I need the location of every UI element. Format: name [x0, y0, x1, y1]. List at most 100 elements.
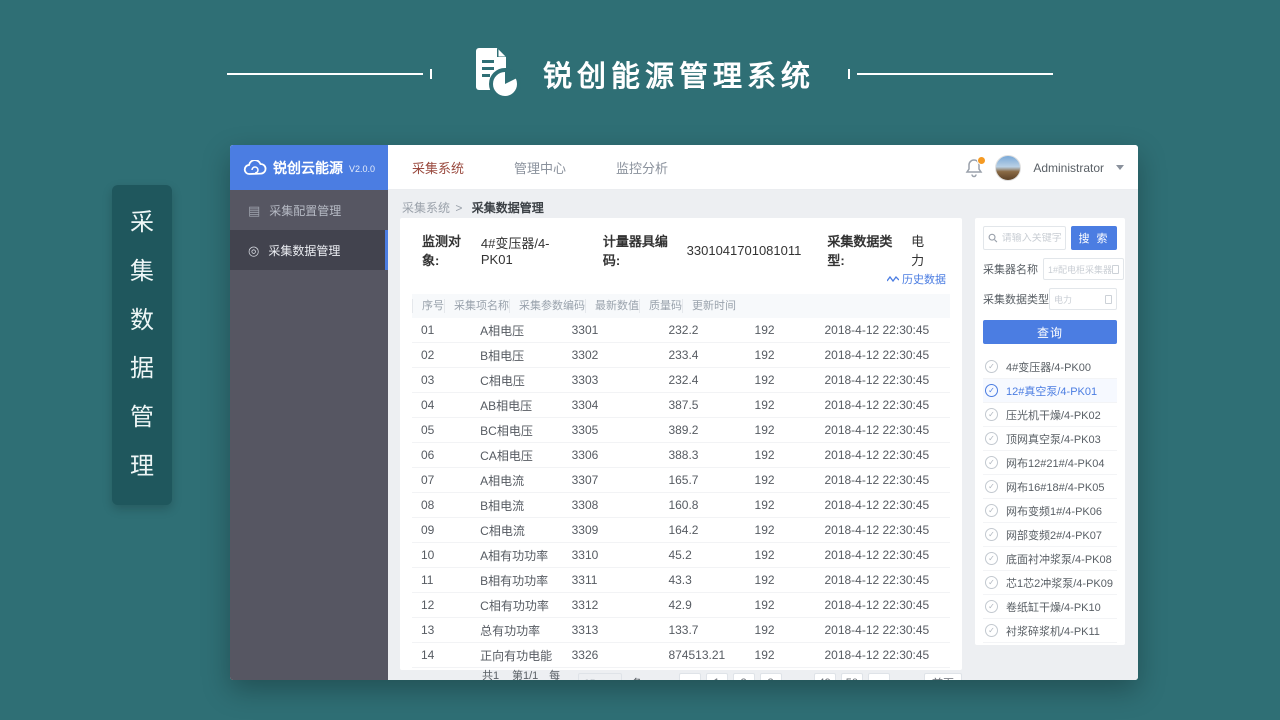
device-name: 4#变压器/4-PK00	[1006, 359, 1091, 375]
cell-num: 04	[412, 398, 471, 412]
cell-code: 3311	[563, 573, 660, 587]
device-name: 网布变频1#/4-PK06	[1006, 503, 1102, 519]
device-list-item[interactable]: ✓ 网布16#18#/4-PK05	[983, 475, 1117, 499]
device-name: 底面衬冲浆泵/4-PK08	[1006, 551, 1112, 567]
device-list-item[interactable]: ✓ 网布变频1#/4-PK06	[983, 499, 1117, 523]
device-list-item[interactable]: ✓ 4#变压器/4-PK00	[983, 355, 1117, 379]
device-name: 芯1芯2冲浆泵/4-PK09	[1006, 575, 1113, 591]
cell-value: 133.7	[659, 623, 745, 637]
monitor-info-bar: 监测对象: 4#变压器/4-PK01 计量器具编码: 3301041701081…	[400, 218, 962, 269]
notification-bell-icon[interactable]	[965, 158, 983, 178]
nav-tab[interactable]: 管理中心	[514, 158, 566, 177]
app-logo-version: V2.0.0	[349, 164, 375, 174]
circle-check-icon: ✓	[985, 504, 998, 517]
cell-quality: 192	[746, 648, 816, 662]
sidebar-item-collect-config[interactable]: ▤ 采集配置管理	[230, 190, 388, 230]
cell-time: 2018-4-12 22:30:45	[815, 623, 950, 637]
next-page-button[interactable]: ›	[868, 673, 890, 680]
cell-quality: 192	[746, 573, 816, 587]
page-number-button[interactable]: ...	[787, 673, 809, 680]
query-button[interactable]: 查询	[983, 320, 1117, 344]
device-list-item[interactable]: ✓ 网部变频2#/4-PK07	[983, 523, 1117, 547]
device-list-item[interactable]: ✓ 网布12#21#/4-PK04	[983, 451, 1117, 475]
cell-name: C相电流	[471, 522, 562, 539]
sidebar-item-label: 采集数据管理	[268, 242, 340, 259]
cell-code: 3310	[563, 548, 660, 562]
cell-value: 232.2	[659, 323, 745, 337]
cell-value: 164.2	[659, 523, 745, 537]
cell-value: 45.2	[659, 548, 745, 562]
cell-num: 05	[412, 423, 471, 437]
device-list-item[interactable]: ✓ 压光机干燥/4-PK02	[983, 403, 1117, 427]
cell-time: 2018-4-12 22:30:45	[815, 323, 950, 337]
device-name: 衬浆碎浆机/4-PK11	[1006, 623, 1100, 639]
per-page-select[interactable]: 15	[578, 673, 621, 680]
history-data-link[interactable]: 历史数据	[887, 271, 946, 287]
cell-name: 总有功功率	[471, 622, 562, 639]
cell-value: 42.9	[659, 598, 745, 612]
table-row: 10 A相有功功率 3310 45.2 192 2018-4-12 22:30:…	[412, 543, 950, 568]
collect-datatype-select[interactable]: 电力	[1049, 288, 1117, 310]
collector-name-select[interactable]: 1#配电柜采集器	[1043, 258, 1124, 280]
report-document-icon	[465, 44, 521, 105]
table-body: 01 A相电压 3301 232.2 192 2018-4-12 22:30:4…	[412, 318, 950, 668]
cell-num: 07	[412, 473, 471, 487]
table-row: 13 总有功功率 3313 133.7 192 2018-4-12 22:30:…	[412, 618, 950, 643]
device-list-item[interactable]: ✓ 顶网真空泵/4-PK03	[983, 427, 1117, 451]
chevron-down-icon[interactable]	[1116, 165, 1124, 170]
cell-name: AB相电压	[471, 397, 562, 414]
table-row: 12 C相有功功率 3312 42.9 192 2018-4-12 22:30:…	[412, 593, 950, 618]
page-number-button[interactable]: 50	[841, 673, 863, 680]
cell-time: 2018-4-12 22:30:45	[815, 448, 950, 462]
device-list-item[interactable]: ✓ 衬浆碎浆机/4-PK11	[983, 619, 1117, 643]
cloud-icon	[243, 160, 267, 176]
nav-tab[interactable]: 监控分析	[616, 158, 668, 177]
page-number-button[interactable]: 2	[733, 673, 755, 680]
cell-num: 03	[412, 373, 471, 387]
cell-time: 2018-4-12 22:30:45	[815, 348, 950, 362]
cell-code: 3304	[563, 398, 660, 412]
device-list-item[interactable]: ✓ 12#真空泵/4-PK01	[983, 379, 1117, 403]
collect-datatype-value: 电力	[1054, 293, 1072, 306]
device-list-item[interactable]: ✓ 底面衬冲浆泵/4-PK08	[983, 547, 1117, 571]
cell-num: 11	[412, 573, 471, 587]
prev-page-button[interactable]: ‹	[679, 673, 701, 680]
cell-value: 874513.21	[659, 648, 745, 662]
device-list-item[interactable]: ✓ 芯1芯2冲浆泵/4-PK09	[983, 571, 1117, 595]
cell-name: A相有功功率	[471, 547, 562, 564]
page-number-button[interactable]: 1	[706, 673, 728, 680]
app-window: 锐创云能源 V2.0.0 采集系统管理中心监控分析 Administrator …	[230, 145, 1138, 680]
breadcrumb-parent[interactable]: 采集系统	[402, 201, 450, 215]
cell-name: B相电流	[471, 497, 562, 514]
cell-quality: 192	[746, 523, 816, 537]
first-page-button[interactable]: 首页	[924, 673, 962, 680]
cell-time: 2018-4-12 22:30:45	[815, 423, 950, 437]
table-header-cell: 更新时间	[682, 299, 736, 313]
nav-tab[interactable]: 采集系统	[412, 158, 464, 177]
cell-num: 06	[412, 448, 471, 462]
page-banner: 锐创能源管理系统	[0, 38, 1280, 110]
page-number-button[interactable]: 49	[814, 673, 836, 680]
cell-code: 3301	[563, 323, 660, 337]
table-row: 02 B相电压 3302 233.4 192 2018-4-12 22:30:4…	[412, 343, 950, 368]
user-avatar[interactable]	[995, 155, 1021, 181]
section-vertical-label: 采集数据管理	[112, 185, 172, 505]
device-name: 网布16#18#/4-PK05	[1006, 479, 1104, 495]
cell-value: 160.8	[659, 498, 745, 512]
circle-check-icon: ✓	[985, 552, 998, 565]
page-number-button[interactable]: 3	[760, 673, 782, 680]
table-row: 04 AB相电压 3304 387.5 192 2018-4-12 22:30:…	[412, 393, 950, 418]
cell-code: 3305	[563, 423, 660, 437]
search-button[interactable]: 搜 索	[1071, 226, 1117, 250]
device-list: ✓ 4#变压器/4-PK00 ✓ 12#真空泵/4-PK01 ✓ 压光机干燥/4…	[983, 355, 1117, 643]
cell-value: 389.2	[659, 423, 745, 437]
device-name: 网布12#21#/4-PK04	[1006, 455, 1104, 471]
cell-code: 3306	[563, 448, 660, 462]
table-header-cell: 最新数值	[585, 299, 639, 313]
window-content: 采集系统 > 采集数据管理 监测对象: 4#变压器/4-PK01 计量器具编码:…	[388, 190, 1138, 680]
device-list-item[interactable]: ✓ 卷纸缸干燥/4-PK10	[983, 595, 1117, 619]
cell-quality: 192	[746, 498, 816, 512]
search-input[interactable]	[1002, 233, 1061, 244]
cell-name: B相有功功率	[471, 572, 562, 589]
sidebar-item-collect-data[interactable]: ◎ 采集数据管理	[230, 230, 388, 270]
